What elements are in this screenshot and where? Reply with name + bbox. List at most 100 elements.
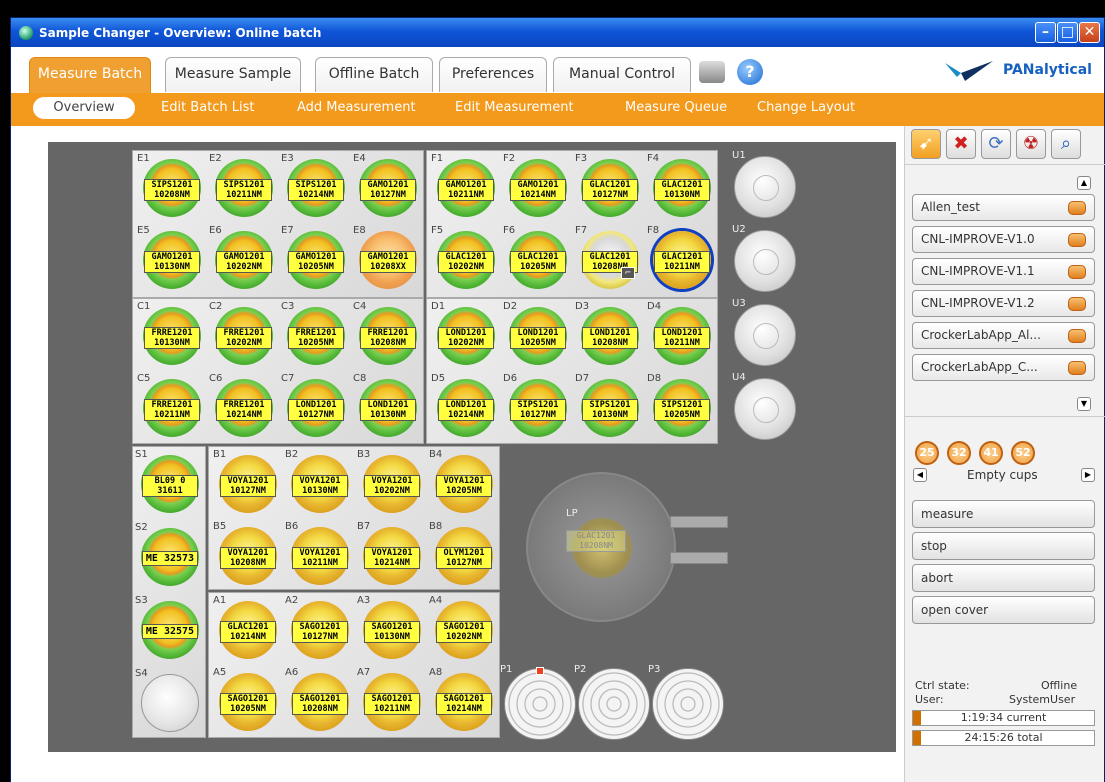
sample-cup[interactable] [141, 674, 199, 732]
empty-cup-size-button[interactable]: 25 [915, 441, 939, 465]
sample-slot[interactable]: A6 SAGO1201 10208NM [285, 667, 355, 740]
sample-slot[interactable]: D8 SIPS1201 10205NM [647, 373, 717, 446]
p-slot-cup[interactable] [578, 668, 650, 740]
sample-slot[interactable]: E7 GAMO1201 10205NM [281, 225, 351, 298]
sample-slot[interactable]: C7 LOND1201 10127NM [281, 373, 351, 446]
maximize-button[interactable]: □ [1057, 22, 1078, 43]
subnav-measure-queue[interactable]: Measure Queue [625, 100, 727, 115]
batch-item[interactable]: Allen_test [912, 194, 1095, 221]
sample-slot[interactable]: A3 SAGO1201 10130NM [357, 595, 427, 668]
sample-slot[interactable]: F4 GLAC1201 10130NM [647, 153, 717, 226]
title-bar[interactable]: Sample Changer - Overview: Online batch … [11, 18, 1104, 47]
sample-slot[interactable]: S4 [135, 668, 205, 741]
u-slot-cup[interactable] [734, 156, 796, 218]
sample-slot[interactable]: E3 SIPS1201 10214NM [281, 153, 351, 226]
subnav-overview[interactable]: Overview [33, 97, 135, 119]
delete-tool-icon[interactable]: ✖ [946, 129, 976, 159]
p-slot-cup[interactable] [652, 668, 724, 740]
sample-slot[interactable]: E2 SIPS1201 10211NM [209, 153, 279, 226]
empty-cups-next-button[interactable]: ▶ [1081, 468, 1095, 482]
help-icon[interactable]: ? [737, 59, 763, 85]
sample-slot[interactable]: D5 LOND1201 10214NM [431, 373, 501, 446]
batch-item[interactable]: CrockerLabApp_C... [912, 354, 1095, 381]
u-slot-cup[interactable] [734, 304, 796, 366]
sample-slot[interactable]: S2 ME 32573 [135, 522, 205, 595]
sample-slot[interactable]: A1 GLAC1201 10214NM [213, 595, 283, 668]
sample-slot[interactable]: D7 SIPS1201 10130NM [575, 373, 645, 446]
sample-slot[interactable]: B7 VOYA1201 10214NM [357, 521, 427, 594]
batch-item[interactable]: CNL-IMPROVE-V1.0 [912, 226, 1095, 253]
printer-icon[interactable] [699, 61, 725, 83]
sample-slot[interactable]: A8 SAGO1201 10214NM [429, 667, 499, 740]
u-slot-cup[interactable] [734, 230, 796, 292]
sample-slot[interactable]: F7 GLAC1201 10208NM ⌐ [575, 225, 645, 298]
sample-slot[interactable]: S3 ME 32575 [135, 595, 205, 668]
batch-scroll-up-button[interactable]: ▲ [1077, 176, 1091, 190]
batch-item[interactable]: CNL-IMPROVE-V1.1 [912, 258, 1095, 285]
sample-slot[interactable]: E8 GAMO1201 10208XX [353, 225, 423, 298]
subnav-change-layout[interactable]: Change Layout [757, 100, 855, 115]
sample-slot[interactable]: B6 VOYA1201 10211NM [285, 521, 355, 594]
sample-slot[interactable]: A2 SAGO1201 10127NM [285, 595, 355, 668]
sample-slot[interactable]: B2 VOYA1201 10130NM [285, 449, 355, 522]
pointer-tool-icon[interactable]: ➹ [911, 129, 941, 159]
close-button[interactable]: ✕ [1079, 22, 1100, 43]
sample-slot[interactable]: B1 VOYA1201 10127NM [213, 449, 283, 522]
tab-measure-sample[interactable]: Measure Sample [165, 57, 301, 92]
sample-slot[interactable]: A4 SAGO1201 10202NM [429, 595, 499, 668]
sample-slot[interactable]: E6 GAMO1201 10202NM [209, 225, 279, 298]
empty-cup-size-button[interactable]: 32 [947, 441, 971, 465]
sample-slot[interactable]: B5 VOYA1201 10208NM [213, 521, 283, 594]
sample-slot[interactable]: F1 GAMO1201 10211NM [431, 153, 501, 226]
empty-cup-size-button[interactable]: 52 [1011, 441, 1035, 465]
sample-slot[interactable]: B8 OLYM1201 10127NM [429, 521, 499, 594]
sample-slot[interactable]: F3 GLAC1201 10127NM [575, 153, 645, 226]
tab-preferences[interactable]: Preferences [439, 57, 547, 92]
tab-offline-batch[interactable]: Offline Batch [315, 57, 433, 92]
sample-slot[interactable]: D4 LOND1201 10211NM [647, 301, 717, 374]
sample-slot[interactable]: E4 GAMO1201 10127NM [353, 153, 423, 226]
loading-position[interactable]: LP GLAC1201 10208NM [526, 472, 676, 622]
command-measure-button[interactable]: measure [912, 500, 1095, 528]
tab-measure-batch[interactable]: Measure Batch [29, 57, 151, 93]
command-open-cover-button[interactable]: open cover [912, 596, 1095, 624]
subnav-edit-batch-list[interactable]: Edit Batch List [161, 100, 255, 115]
sample-slot[interactable]: F2 GAMO1201 10214NM [503, 153, 573, 226]
sample-slot[interactable]: C4 FRRE1201 10208NM [353, 301, 423, 374]
sample-slot[interactable]: F6 GLAC1201 10205NM [503, 225, 573, 298]
batch-item[interactable]: CNL-IMPROVE-V1.2 [912, 290, 1095, 317]
sample-slot[interactable]: C3 FRRE1201 10205NM [281, 301, 351, 374]
radiation-tool-icon[interactable]: ☢ [1016, 129, 1046, 159]
command-abort-button[interactable]: abort [912, 564, 1095, 592]
sample-slot[interactable]: B3 VOYA1201 10202NM [357, 449, 427, 522]
sample-slot[interactable]: C8 LOND1201 10130NM [353, 373, 423, 446]
sample-slot[interactable]: D2 LOND1201 10205NM [503, 301, 573, 374]
subnav-edit-measurement[interactable]: Edit Measurement [455, 100, 574, 115]
sample-slot[interactable]: F8 GLAC1201 10211NM [647, 225, 717, 298]
sample-slot[interactable]: D3 LOND1201 10208NM [575, 301, 645, 374]
sample-slot[interactable]: E5 GAMO1201 10130NM [137, 225, 207, 298]
sample-slot[interactable]: B4 VOYA1201 10205NM [429, 449, 499, 522]
sample-slot[interactable]: C6 FRRE1201 10214NM [209, 373, 279, 446]
empty-cup-size-button[interactable]: 41 [979, 441, 1003, 465]
u-slot-cup[interactable] [734, 378, 796, 440]
sample-slot[interactable]: A7 SAGO1201 10211NM [357, 667, 427, 740]
sample-slot[interactable]: A5 SAGO1201 10205NM [213, 667, 283, 740]
tab-manual-control[interactable]: Manual Control [553, 57, 691, 92]
sample-slot[interactable]: C5 FRRE1201 10211NM [137, 373, 207, 446]
sample-slot[interactable]: F5 GLAC1201 10202NM [431, 225, 501, 298]
move-tool-icon[interactable]: ⟳ [981, 129, 1011, 159]
sample-slot[interactable]: E1 SIPS1201 10208NM [137, 153, 207, 226]
sample-slot[interactable]: C1 FRRE1201 10130NM [137, 301, 207, 374]
batch-scroll-down-button[interactable]: ▼ [1077, 397, 1091, 411]
p-slot-cup[interactable] [504, 667, 576, 740]
sample-slot[interactable]: D1 LOND1201 10202NM [431, 301, 501, 374]
sample-slot[interactable]: D6 SIPS1201 10127NM [503, 373, 573, 446]
sample-slot[interactable]: S1 BL09 0 31611 [135, 449, 205, 522]
empty-cups-prev-button[interactable]: ◀ [913, 468, 927, 482]
minimize-button[interactable]: – [1035, 22, 1056, 43]
sample-slot[interactable]: C2 FRRE1201 10202NM [209, 301, 279, 374]
subnav-add-measurement[interactable]: Add Measurement [297, 100, 416, 115]
command-stop-button[interactable]: stop [912, 532, 1095, 560]
batch-item[interactable]: CrockerLabApp_Al... [912, 322, 1095, 349]
